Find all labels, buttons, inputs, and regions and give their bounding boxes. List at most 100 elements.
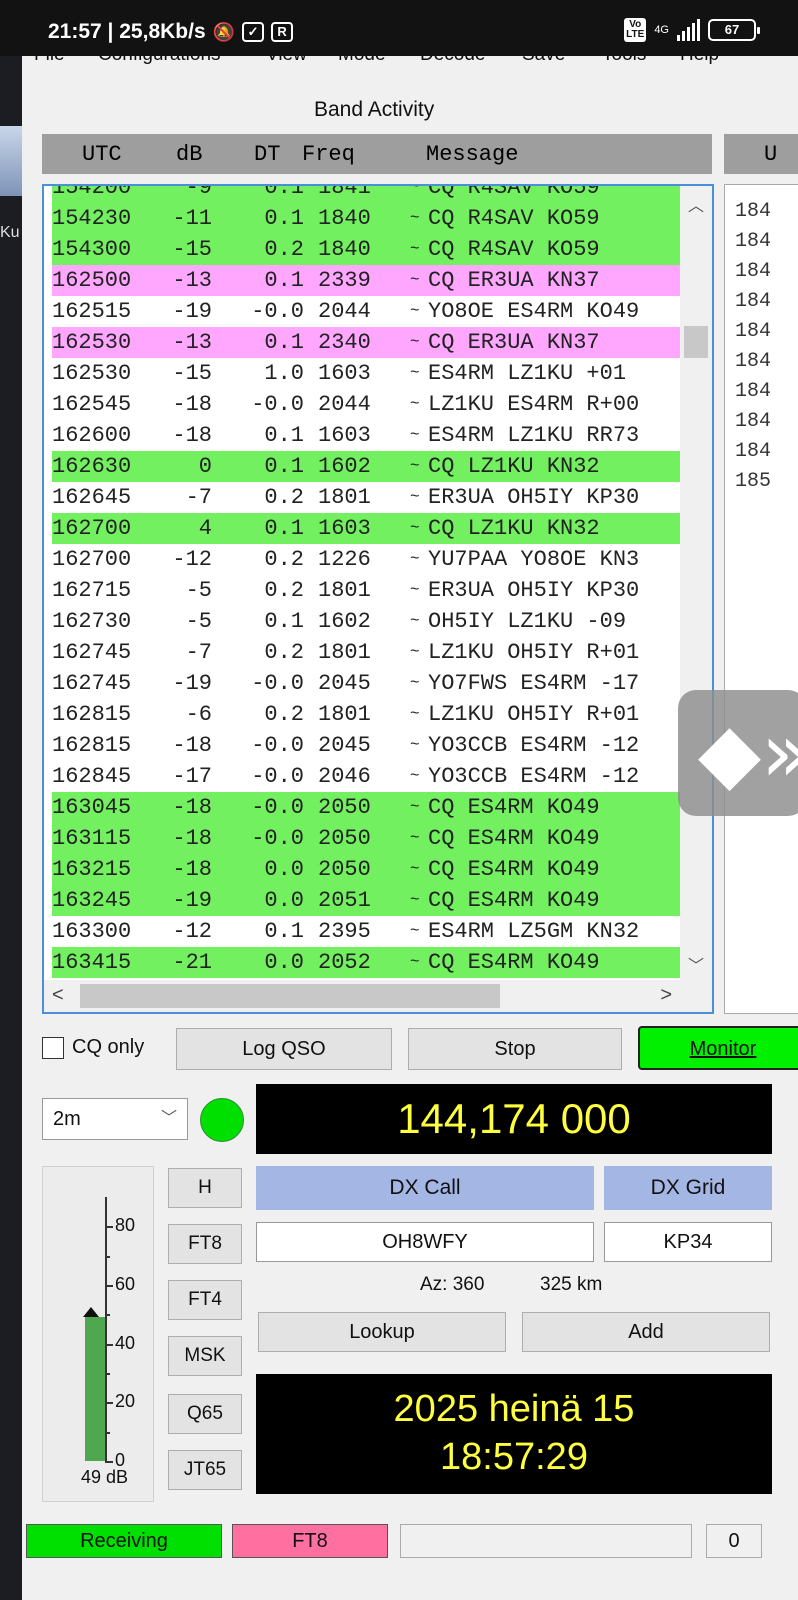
table-row[interactable]: 162700 4 0.1 1603 CQ LZ1KU KN32 ~	[52, 513, 680, 544]
cell-dt: 0.1	[264, 268, 304, 293]
stop-button[interactable]: Stop	[408, 1028, 622, 1070]
rx-row[interactable]: 184	[725, 407, 771, 437]
rx-row[interactable]: 184	[725, 377, 771, 407]
dx-grid-input[interactable]: KP34	[604, 1222, 772, 1262]
table-row[interactable]: 162715 -5 0.2 1801 ER3UA OH5IY KP30 ~	[52, 575, 680, 606]
table-row[interactable]: 162630 0 0.1 1602 CQ LZ1KU KN32 ~	[52, 451, 680, 482]
floating-overlay-button[interactable]: ◆»	[678, 690, 798, 816]
table-row[interactable]: 163215 -18 0.0 2050 CQ ES4RM KO49 ~	[52, 854, 680, 885]
add-button[interactable]: Add	[522, 1312, 770, 1352]
tilde-separator: ~	[410, 457, 420, 475]
menu-save[interactable]: Save	[522, 56, 565, 66]
menu-help[interactable]: Help	[680, 56, 719, 66]
cell-message: CQ ES4RM KO49	[428, 826, 600, 851]
table-row[interactable]: 163115 -18 -0.0 2050 CQ ES4RM KO49 ~	[52, 823, 680, 854]
menu-file[interactable]: File	[34, 56, 65, 66]
menu-tools[interactable]: Tools	[602, 56, 646, 66]
rx-row[interactable]: 184	[725, 197, 771, 227]
cell-message: CQ LZ1KU KN32	[428, 516, 600, 541]
horizontal-scrollbar[interactable]: < >	[44, 980, 712, 1012]
scroll-thumb[interactable]	[684, 326, 708, 358]
table-row[interactable]: 162500 -13 0.1 2339 CQ ER3UA KN37 ~	[52, 265, 680, 296]
table-row[interactable]: 162530 -15 1.0 1603 ES4RM LZ1KU +01 ~	[52, 358, 680, 389]
table-row[interactable]: 162600 -18 0.1 1603 ES4RM LZ1KU RR73 ~	[52, 420, 680, 451]
status-left: 21:57 | 25,8Kb/s 🔕 ✓ R	[48, 20, 294, 44]
cell-utc: 163045	[52, 795, 132, 820]
cell-freq: 1801	[318, 485, 371, 510]
table-row[interactable]: 162845 -17 -0.0 2046 YO3CCB ES4RM -12 ~	[52, 761, 680, 792]
dx-call-input[interactable]: OH8WFY	[256, 1222, 594, 1262]
rx-row[interactable]: 184	[725, 437, 771, 467]
menu-decode[interactable]: Decode	[420, 56, 486, 66]
checkbox-box[interactable]	[42, 1036, 64, 1059]
table-row[interactable]: 163245 -19 0.0 2051 CQ ES4RM KO49 ~	[52, 885, 680, 916]
table-row[interactable]: 163300 -12 0.1 2395 ES4RM LZ5GM KN32 ~	[52, 916, 680, 947]
rx-row[interactable]: 184	[725, 287, 771, 317]
scroll-left-icon[interactable]: <	[52, 984, 64, 1007]
cell-freq: 1801	[318, 640, 371, 665]
table-row[interactable]: 162730 -5 0.1 1602 OH5IY LZ1KU -09 ~	[52, 606, 680, 637]
rx-col-utc[interactable]: U	[764, 142, 777, 167]
table-row[interactable]: 154230 -11 0.1 1840 CQ R4SAV KO59 ~	[52, 203, 680, 234]
col-freq[interactable]: Freq	[302, 142, 355, 167]
cell-dt: 0.2	[264, 485, 304, 510]
cell-utc: 163300	[52, 919, 132, 944]
mode-ft8-button[interactable]: FT8	[168, 1224, 242, 1264]
rx-frequency-list[interactable]: 184 184 184 184 184 184 184 184 184 185	[724, 184, 798, 1014]
wsjtx-main-window: File Configurations View Mode Decode Sav…	[22, 56, 798, 1600]
col-message[interactable]: Message	[426, 142, 518, 167]
scroll-down-icon[interactable]: ﹀	[680, 952, 712, 976]
desktop-shortcut-icon[interactable]	[0, 126, 22, 196]
table-row[interactable]: 163045 -18 -0.0 2050 CQ ES4RM KO49 ~	[52, 792, 680, 823]
band-select[interactable]: 2m ﹀	[42, 1098, 188, 1140]
table-row[interactable]: 162815 -18 -0.0 2045 YO3CCB ES4RM -12 ~	[52, 730, 680, 761]
menu-mode[interactable]: Mode	[338, 56, 386, 66]
cell-message: YU7PAA YO8OE KN3	[428, 547, 640, 572]
rx-row[interactable]: 185	[725, 467, 771, 497]
table-row[interactable]: 162745 -19 -0.0 2045 YO7FWS ES4RM -17 ~	[52, 668, 680, 699]
table-row[interactable]: 162545 -18 -0.0 2044 LZ1KU ES4RM R+00 ~	[52, 389, 680, 420]
cell-dt: 0.1	[264, 454, 304, 479]
table-row[interactable]: 154300 -15 0.2 1840 CQ R4SAV KO59 ~	[52, 234, 680, 265]
table-row[interactable]: 162745 -7 0.2 1801 LZ1KU OH5IY R+01 ~	[52, 637, 680, 668]
cell-utc: 154300	[52, 237, 132, 262]
rx-row[interactable]: 184	[725, 347, 771, 377]
band-activity-list[interactable]: 154200 -9 0.1 1841 CQ R4SAV KO59 ~154230 -11 0.…	[42, 184, 714, 1014]
rx-row[interactable]: 184	[725, 227, 771, 257]
menu-configurations[interactable]: Configurations	[98, 56, 221, 66]
tilde-separator: ~	[410, 395, 420, 413]
mode-ft4-button[interactable]: FT4	[168, 1280, 242, 1320]
meter-tick	[105, 1461, 113, 1463]
log-qso-button[interactable]: Log QSO	[176, 1028, 392, 1070]
tilde-separator: ~	[410, 364, 420, 382]
mode-h-button[interactable]: H	[168, 1168, 242, 1208]
col-dt[interactable]: DT	[254, 142, 280, 167]
rx-row[interactable]: 184	[725, 257, 771, 287]
menu-view[interactable]: View	[266, 56, 307, 66]
cell-db: -9	[185, 184, 212, 200]
table-row[interactable]: 162645 -7 0.2 1801 ER3UA OH5IY KP30 ~	[52, 482, 680, 513]
vertical-scrollbar[interactable]: ︿ ﹀	[680, 186, 712, 982]
cell-message: LZ1KU OH5IY R+01	[428, 702, 640, 727]
table-row[interactable]: 154200 -9 0.1 1841 CQ R4SAV KO59 ~	[52, 184, 680, 203]
col-utc[interactable]: UTC	[82, 142, 122, 167]
scroll-up-icon[interactable]: ︿	[680, 192, 712, 216]
meter-peak-icon	[83, 1307, 99, 1318]
monitor-button[interactable]: Monitor	[638, 1026, 798, 1070]
mode-q65-button[interactable]: Q65	[168, 1394, 242, 1434]
lookup-button[interactable]: Lookup	[258, 1312, 506, 1352]
rx-row[interactable]: 184	[725, 317, 771, 347]
table-row[interactable]: 163415 -21 0.0 2052 CQ ES4RM KO49 ~	[52, 947, 680, 978]
cq-only-checkbox[interactable]: CQ only	[42, 1036, 144, 1059]
table-row[interactable]: 162530 -13 0.1 2340 CQ ER3UA KN37 ~	[52, 327, 680, 358]
scroll-right-icon[interactable]: >	[660, 984, 672, 1007]
hscroll-thumb[interactable]	[80, 984, 500, 1008]
col-db[interactable]: dB	[176, 142, 202, 167]
mode-jt65-button[interactable]: JT65	[168, 1450, 242, 1490]
table-row[interactable]: 162515 -19 -0.0 2044 YO8OE ES4RM KO49 ~	[52, 296, 680, 327]
cell-dt: 0.2	[264, 547, 304, 572]
table-row[interactable]: 162815 -6 0.2 1801 LZ1KU OH5IY R+01 ~	[52, 699, 680, 730]
table-row[interactable]: 162700 -12 0.2 1226 YU7PAA YO8OE KN3 ~	[52, 544, 680, 575]
mode-msk-button[interactable]: MSK	[168, 1336, 242, 1376]
cell-freq: 1840	[318, 206, 371, 231]
